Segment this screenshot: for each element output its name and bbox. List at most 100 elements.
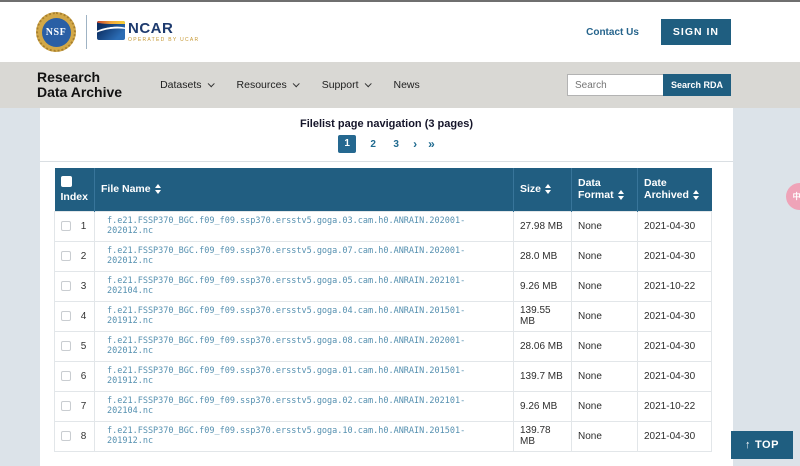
ncar-logo-subtext: Operated by UCAR [128,38,199,43]
data-format: None [572,331,638,361]
column-header-file-name[interactable]: File Name [95,168,514,211]
nav-menu-item-news[interactable]: News [394,79,420,91]
next-page-button[interactable]: › [413,139,417,149]
file-link[interactable]: f.e21.FSSP370_BGC.f09_f09.ssp370.ersstv5… [101,216,507,236]
page-background: Filelist page navigation (3 pages) 123›»… [0,108,800,466]
nsf-logo-text: NSF [42,18,71,47]
date-archived: 2021-10-22 [638,391,712,421]
search-group: Search RDA [567,74,731,96]
nav-menu-item-datasets[interactable]: Datasets [160,79,212,91]
row-checkbox[interactable] [61,371,71,381]
file-link[interactable]: f.e21.FSSP370_BGC.f09_f09.ssp370.ersstv5… [101,306,507,326]
top-button-label: TOP [755,439,779,451]
chevron-down-icon [364,80,371,87]
row-index: 7 [81,401,87,412]
sign-in-button[interactable]: SIGN IN [661,19,731,45]
row-index: 3 [81,281,87,292]
section-divider [40,161,733,162]
up-arrow-icon: ↑ [745,439,751,451]
table-row: 6 f.e21.FSSP370_BGC.f09_f09.ssp370.ersst… [55,361,712,391]
row-checkbox[interactable] [61,221,71,231]
ncar-logo-icon [97,21,125,40]
logo-group: NSF NCAR Operated by UCAR [36,12,199,52]
row-checkbox[interactable] [61,341,71,351]
pagination-page-3[interactable]: 3 [390,139,402,150]
file-link[interactable]: f.e21.FSSP370_BGC.f09_f09.ssp370.ersstv5… [101,246,507,266]
sort-icon [618,190,624,200]
row-checkbox[interactable] [61,431,71,441]
column-header-date-archived[interactable]: Date Archived [638,168,712,211]
sort-icon [693,190,699,200]
site-title[interactable]: Research Data Archive [37,70,122,100]
contact-us-link[interactable]: Contact Us [586,27,639,38]
date-archived: 2021-04-30 [638,361,712,391]
file-size: 139.7 MB [514,361,572,391]
table-row: 4 f.e21.FSSP370_BGC.f09_f09.ssp370.ersst… [55,301,712,331]
site-title-line2: Data Archive [37,85,122,100]
select-all-checkbox[interactable] [61,176,72,187]
nav-menu: Datasets Resources Support News [160,79,420,91]
table-row: 8 f.e21.FSSP370_BGC.f09_f09.ssp370.ersst… [55,421,712,451]
file-link[interactable]: f.e21.FSSP370_BGC.f09_f09.ssp370.ersstv5… [101,366,507,386]
column-header-index: Index [55,168,95,211]
main-navbar: Research Data Archive Datasets Resources… [0,62,800,108]
file-link[interactable]: f.e21.FSSP370_BGC.f09_f09.ssp370.ersstv5… [101,336,507,356]
row-index: 2 [81,251,87,262]
back-to-top-button[interactable]: ↑ TOP [731,431,793,459]
column-header-size[interactable]: Size [514,168,572,211]
row-index: 8 [81,431,87,442]
data-format: None [572,361,638,391]
file-size: 139.78 MB [514,421,572,451]
table-row: 3 f.e21.FSSP370_BGC.f09_f09.ssp370.ersst… [55,271,712,301]
filelist-table: Index File Name Size Data Format Date Ar… [54,168,712,452]
file-size: 27.98 MB [514,211,572,241]
filelist-pagination-title: Filelist page navigation (3 pages) [40,118,733,130]
data-format: None [572,301,638,331]
file-size: 28.06 MB [514,331,572,361]
file-link[interactable]: f.e21.FSSP370_BGC.f09_f09.ssp370.ersstv5… [101,396,507,416]
data-format: None [572,391,638,421]
table-header-row: Index File Name Size Data Format Date Ar… [55,168,712,211]
nav-menu-item-resources[interactable]: Resources [237,79,298,91]
column-header-data-format[interactable]: Data Format [572,168,638,211]
date-archived: 2021-10-22 [638,271,712,301]
sort-icon [545,184,551,194]
nsf-logo[interactable]: NSF [36,12,76,52]
last-page-button[interactable]: » [428,139,435,149]
site-header: NSF NCAR Operated by UCAR Contact Us SIG… [0,2,800,62]
row-checkbox[interactable] [61,311,71,321]
row-checkbox[interactable] [61,281,71,291]
column-header-index-label: Index [61,191,89,203]
sort-icon [155,184,161,194]
site-title-line1: Research [37,70,122,85]
ncar-logo[interactable]: NCAR Operated by UCAR [97,21,199,43]
file-size: 9.26 MB [514,271,572,301]
nav-menu-item-support[interactable]: Support [322,79,370,91]
search-input[interactable] [567,74,663,96]
pagination-page-2[interactable]: 2 [367,139,379,150]
pagination-controls: 123 › » [40,135,733,153]
row-index: 5 [81,341,87,352]
table-row: 1 f.e21.FSSP370_BGC.f09_f09.ssp370.ersst… [55,211,712,241]
translate-icon: 中A [793,191,800,202]
logo-divider [86,15,87,49]
ncar-logo-text: NCAR [128,21,199,36]
content-card: Filelist page navigation (3 pages) 123›»… [40,108,733,466]
date-archived: 2021-04-30 [638,211,712,241]
pagination-page-1[interactable]: 1 [338,135,356,153]
data-format: None [572,241,638,271]
date-archived: 2021-04-30 [638,301,712,331]
search-rda-button[interactable]: Search RDA [663,74,731,96]
row-checkbox[interactable] [61,401,71,411]
row-checkbox[interactable] [61,251,71,261]
file-link[interactable]: f.e21.FSSP370_BGC.f09_f09.ssp370.ersstv5… [101,276,507,296]
row-index: 6 [81,371,87,382]
date-archived: 2021-04-30 [638,331,712,361]
row-index: 1 [81,221,87,232]
data-format: None [572,421,638,451]
date-archived: 2021-04-30 [638,421,712,451]
file-size: 28.0 MB [514,241,572,271]
file-size: 139.55 MB [514,301,572,331]
file-link[interactable]: f.e21.FSSP370_BGC.f09_f09.ssp370.ersstv5… [101,426,507,446]
table-row: 7 f.e21.FSSP370_BGC.f09_f09.ssp370.ersst… [55,391,712,421]
